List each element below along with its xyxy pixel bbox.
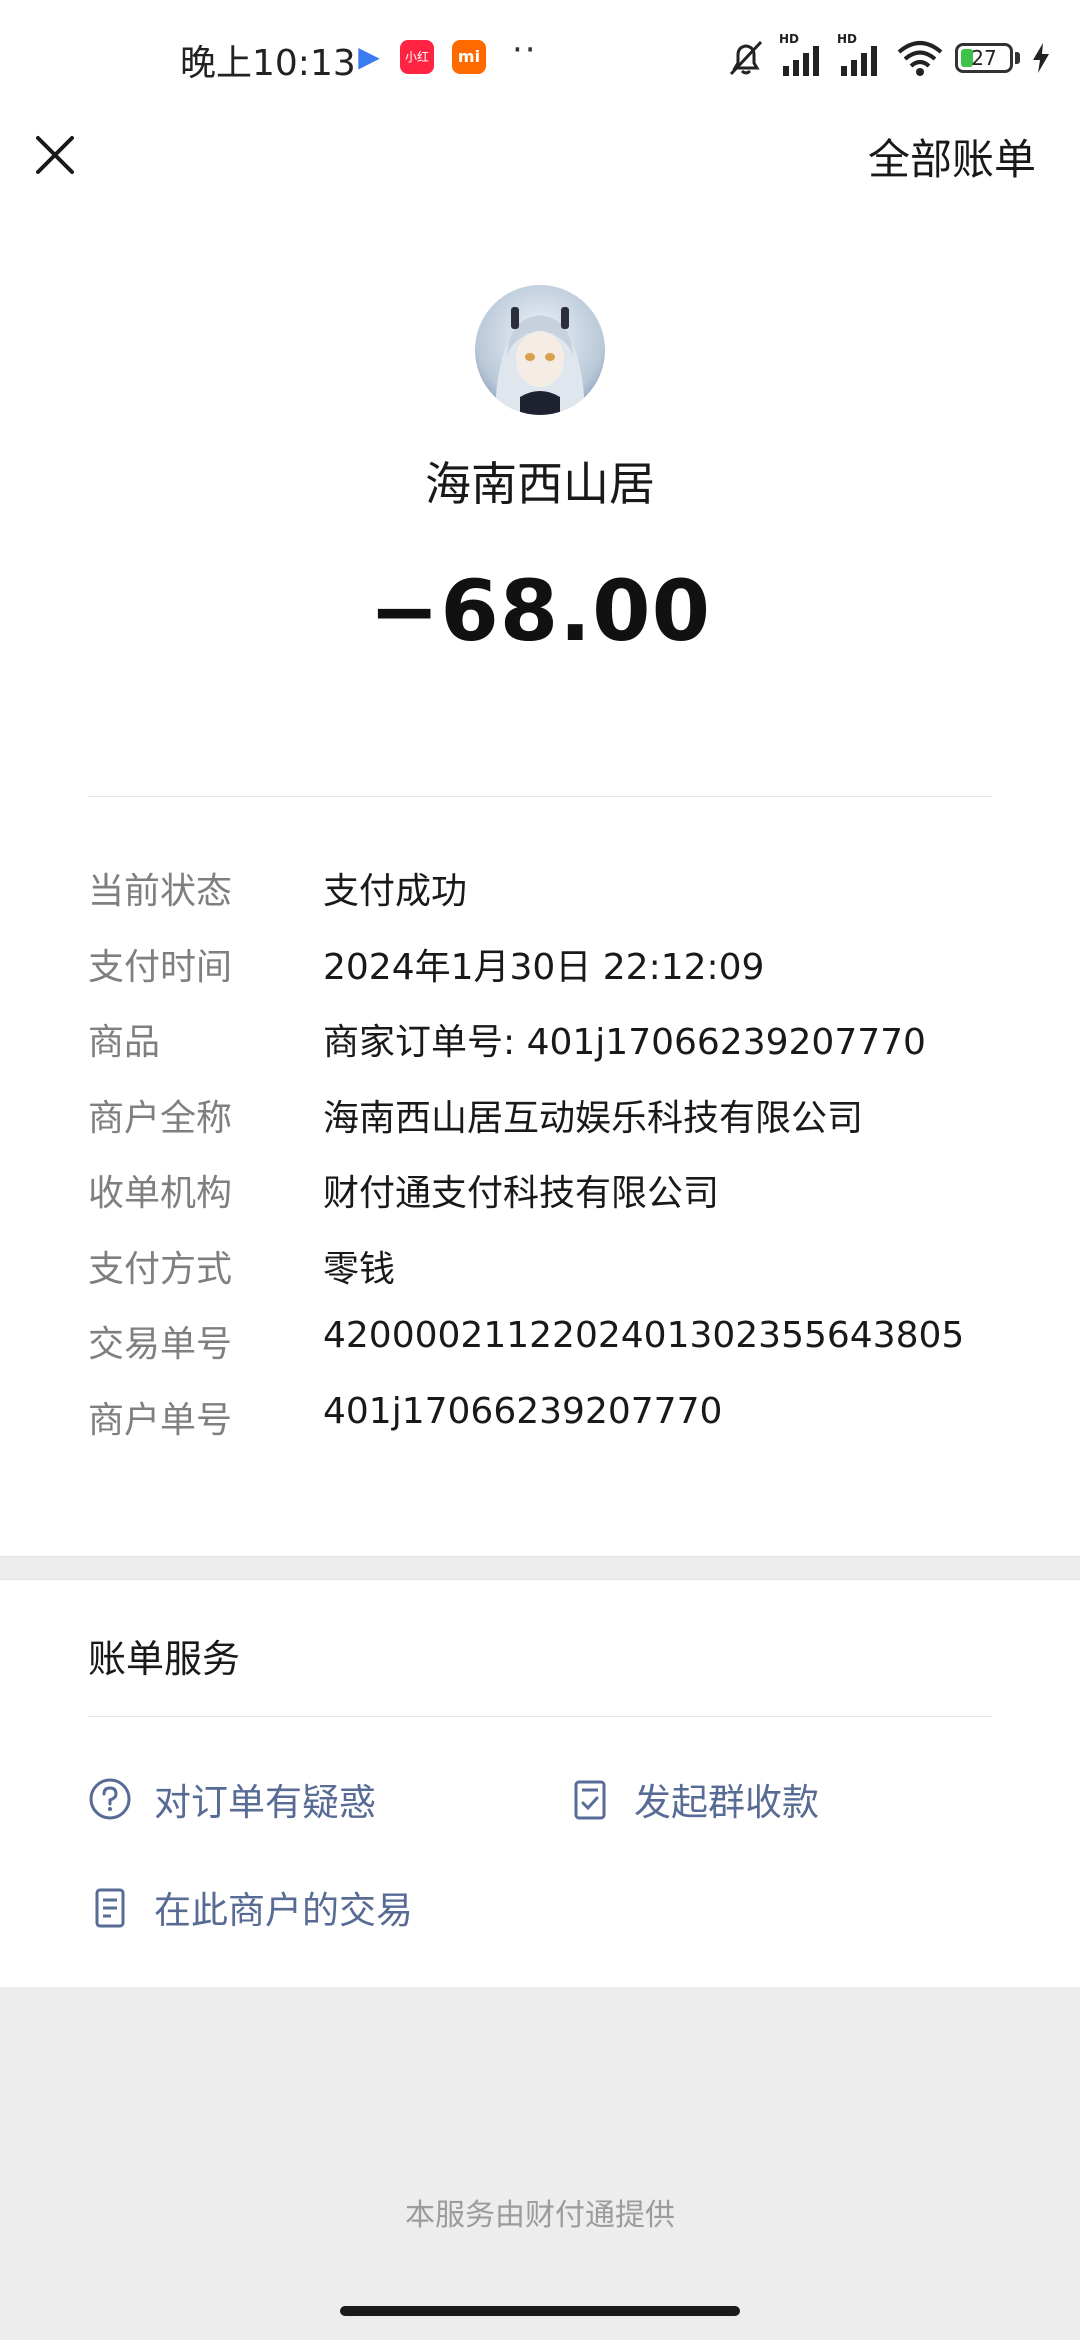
detail-row-product: 商品 商家订单号: 401j17066239207770 bbox=[88, 1013, 1008, 1089]
merchant-transactions-link[interactable]: 在此商户的交易 bbox=[86, 1880, 413, 1934]
group-collection-link[interactable]: 发起群收款 bbox=[566, 1772, 819, 1826]
detail-row-time: 支付时间 2024年1月30日 22:12:09 bbox=[88, 938, 1008, 1014]
footer-area bbox=[0, 1987, 1080, 2340]
document-icon bbox=[86, 1883, 134, 1931]
detail-label: 支付方式 bbox=[88, 1248, 233, 1290]
detail-value: 海南西山居互动娱乐科技有限公司 bbox=[323, 1097, 864, 1139]
detail-label: 交易单号 bbox=[88, 1324, 233, 1365]
divider bbox=[88, 1716, 992, 1717]
battery-tip bbox=[1015, 52, 1020, 64]
section-separator bbox=[0, 1556, 1080, 1580]
detail-value: 零钱 bbox=[323, 1248, 396, 1290]
divider bbox=[88, 796, 992, 797]
detail-row-status: 当前状态 支付成功 bbox=[88, 862, 1008, 938]
xiaohongshu-icon: 小红书 bbox=[400, 40, 434, 98]
merchant-name: 海南西山居 bbox=[425, 457, 655, 511]
detail-row-transaction-id: 交易单号 4200002112202401302355643805 bbox=[88, 1315, 1008, 1391]
charging-icon bbox=[1033, 43, 1049, 73]
checklist-icon bbox=[566, 1775, 614, 1823]
wifi-icon bbox=[897, 41, 943, 76]
detail-value: 财付通支付科技有限公司 bbox=[323, 1173, 720, 1214]
battery-level: 27 bbox=[971, 46, 997, 70]
detail-value: 401j17066239207770 bbox=[323, 1390, 723, 1432]
merchant-avatar bbox=[475, 285, 605, 415]
detail-row-merchant-order-id: 商户单号 401j17066239207770 bbox=[88, 1391, 1008, 1467]
order-question-link[interactable]: 对订单有疑惑 bbox=[86, 1772, 376, 1826]
signal-1-icon: HD bbox=[779, 32, 827, 78]
detail-label: 商户单号 bbox=[88, 1399, 233, 1441]
detail-value: 商家订单号: 401j17066239207770 bbox=[323, 1022, 926, 1063]
services-title: 账单服务 bbox=[88, 1637, 241, 1681]
detail-row-merchant-full-name: 商户全称 海南西山居互动娱乐科技有限公司 bbox=[88, 1089, 1008, 1165]
detail-label: 商品 bbox=[88, 1022, 161, 1063]
detail-value: 支付成功 bbox=[323, 871, 468, 912]
service-label: 对订单有疑惑 bbox=[154, 1781, 376, 1824]
detail-label: 收单机构 bbox=[88, 1173, 233, 1214]
question-circle-icon bbox=[86, 1775, 134, 1823]
signal-2-icon: HD bbox=[837, 32, 885, 78]
home-indicator[interactable] bbox=[340, 2306, 740, 2316]
all-bills-link[interactable]: 全部账单 bbox=[868, 126, 1036, 187]
bell-muted-icon bbox=[729, 40, 763, 76]
more-notifications-icon: ·· bbox=[512, 30, 538, 70]
detail-value: 2024年1月30日 22:12:09 bbox=[323, 946, 765, 988]
status-bar: 晚上10:13 ▶ 小红书 mi ·· HD HD 27 bbox=[0, 0, 1080, 118]
footer-text: 本服务由财付通提供 bbox=[405, 2198, 675, 2233]
status-time: 晚上10:13 bbox=[180, 43, 356, 84]
mi-icon: mi bbox=[452, 40, 486, 74]
close-icon bbox=[36, 136, 74, 174]
detail-row-payment-method: 支付方式 零钱 bbox=[88, 1240, 1008, 1316]
service-label: 在此商户的交易 bbox=[154, 1889, 413, 1932]
play-store-icon: ▶ bbox=[358, 40, 380, 73]
bill-details: 当前状态 支付成功 支付时间 2024年1月30日 22:12:09 商品 商家… bbox=[88, 862, 1008, 1466]
payment-amount: −68.00 bbox=[368, 562, 712, 660]
detail-label: 商户全称 bbox=[88, 1097, 233, 1139]
status-right: HD HD 27 bbox=[723, 32, 1052, 78]
detail-row-acquirer: 收单机构 财付通支付科技有限公司 bbox=[88, 1164, 1008, 1240]
detail-label: 当前状态 bbox=[88, 871, 233, 912]
detail-value: 4200002112202401302355643805 bbox=[323, 1315, 965, 1356]
close-button[interactable] bbox=[30, 130, 80, 180]
battery-icon: 27 bbox=[955, 43, 1013, 73]
detail-label: 支付时间 bbox=[88, 946, 233, 988]
service-label: 发起群收款 bbox=[634, 1781, 819, 1824]
